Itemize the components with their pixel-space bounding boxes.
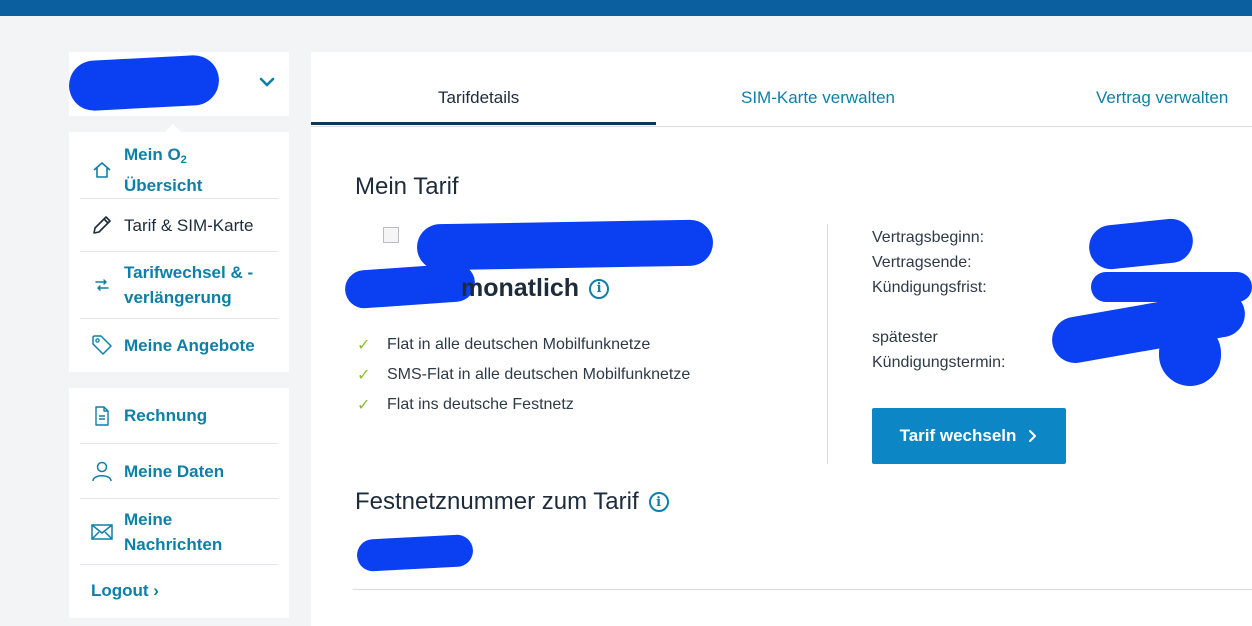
redacted-tariff-price: [343, 262, 477, 310]
monthly-price: monatlich i: [461, 274, 610, 303]
list-item: ✓ SMS-Flat in alle deutschen Mobilfunkne…: [357, 366, 691, 384]
nav-pointer: [165, 124, 181, 132]
notice-period-label: Kündigungsfrist:: [872, 279, 987, 296]
account-selector[interactable]: [67, 52, 289, 116]
tab-contract[interactable]: Vertrag verwalten: [1096, 88, 1228, 108]
redacted-tariff-name: [416, 219, 714, 271]
swap-arrows-icon: [80, 274, 124, 296]
sidebar-item-messages[interactable]: Meine Nachrichten: [80, 499, 278, 565]
active-tab-indicator: [311, 122, 656, 125]
chevron-right-icon: [1029, 430, 1037, 442]
list-item: ✓ Flat ins deutsche Festnetz: [357, 396, 574, 414]
nav-card-main: Mein O2 Übersicht Tarif & SIM-Karte Tari…: [69, 124, 289, 372]
chevron-down-icon[interactable]: [259, 74, 275, 90]
tag-icon: [80, 333, 124, 357]
divider: [827, 224, 828, 464]
change-tariff-label: Tarif wechseln: [899, 426, 1017, 445]
logout-link[interactable]: Logout ›: [91, 581, 159, 601]
contract-end-label: Vertragsende:: [872, 254, 972, 271]
redacted-landline-number: [356, 533, 474, 573]
sidebar-item-my-data[interactable]: Meine Daten: [80, 444, 278, 499]
home-icon: [80, 159, 124, 181]
divider: [353, 589, 1252, 590]
top-bar: [0, 0, 1252, 16]
sidebar-item-invoice[interactable]: Rechnung: [80, 388, 278, 444]
tab-tariff-details[interactable]: Tarifdetails: [438, 88, 519, 108]
tab-bar: Tarifdetails SIM-Karte verwalten Vertrag…: [311, 52, 1252, 127]
tariff-heading: Mein Tarif: [355, 173, 459, 200]
redacted-contract-values: [1086, 216, 1196, 272]
mail-icon: [80, 522, 124, 542]
check-icon: ✓: [357, 337, 371, 354]
check-icon: ✓: [357, 367, 371, 384]
sidebar-item-overview[interactable]: Mein O2 Übersicht: [80, 142, 278, 199]
sidebar-item-label: Meine Daten: [124, 461, 225, 481]
contract-info: Vertragsbeginn: Vertragsende: Kündigungs…: [872, 225, 1005, 375]
sidebar-item-label: Meine Angebote: [124, 335, 255, 355]
monthly-label: monatlich: [461, 274, 580, 302]
info-icon[interactable]: i: [589, 278, 610, 299]
latest-termination-label: spätester Kündigungstermin:: [872, 329, 1006, 371]
sidebar-item-tariff-change[interactable]: Tarifwechsel & - verlängerung: [80, 252, 278, 319]
redacted-account-name: [67, 54, 221, 112]
sidebar-item-tariff-sim[interactable]: Tarif & SIM-Karte: [80, 199, 278, 252]
list-item: ✓ Flat in alle deutschen Mobilfunknetze: [357, 336, 651, 354]
check-icon: ✓: [357, 397, 371, 414]
sidebar-item-label: Tarifwechsel & - verlängerung: [124, 263, 254, 307]
sidebar-item-offers[interactable]: Meine Angebote: [80, 319, 278, 371]
user-icon: [80, 459, 124, 483]
contract-start-label: Vertragsbeginn:: [872, 229, 985, 246]
change-tariff-button[interactable]: Tarif wechseln: [872, 408, 1066, 464]
feature-list: ✓ Flat in alle deutschen Mobilfunknetze …: [357, 330, 690, 420]
redacted-contract-values: [1159, 322, 1221, 386]
sidebar-item-label: Tarif & SIM-Karte: [124, 215, 254, 235]
document-icon: [80, 405, 124, 427]
pencil-icon: [80, 213, 124, 237]
sidebar-item-label: Rechnung: [124, 406, 208, 425]
main-panel: Tarifdetails SIM-Karte verwalten Vertrag…: [311, 52, 1252, 626]
tariff-image: [383, 227, 399, 243]
tab-sim-card[interactable]: SIM-Karte verwalten: [741, 88, 895, 108]
info-icon[interactable]: i: [648, 492, 669, 512]
nav-card-account: Rechnung Meine Daten Meine Nachrichten L…: [69, 388, 289, 618]
sidebar-item-label: Meine Nachrichten: [124, 509, 223, 554]
sidebar-item-label: Mein O2 Übersicht: [124, 145, 203, 195]
landline-heading: Festnetznummer zum Tarif i: [355, 488, 669, 516]
